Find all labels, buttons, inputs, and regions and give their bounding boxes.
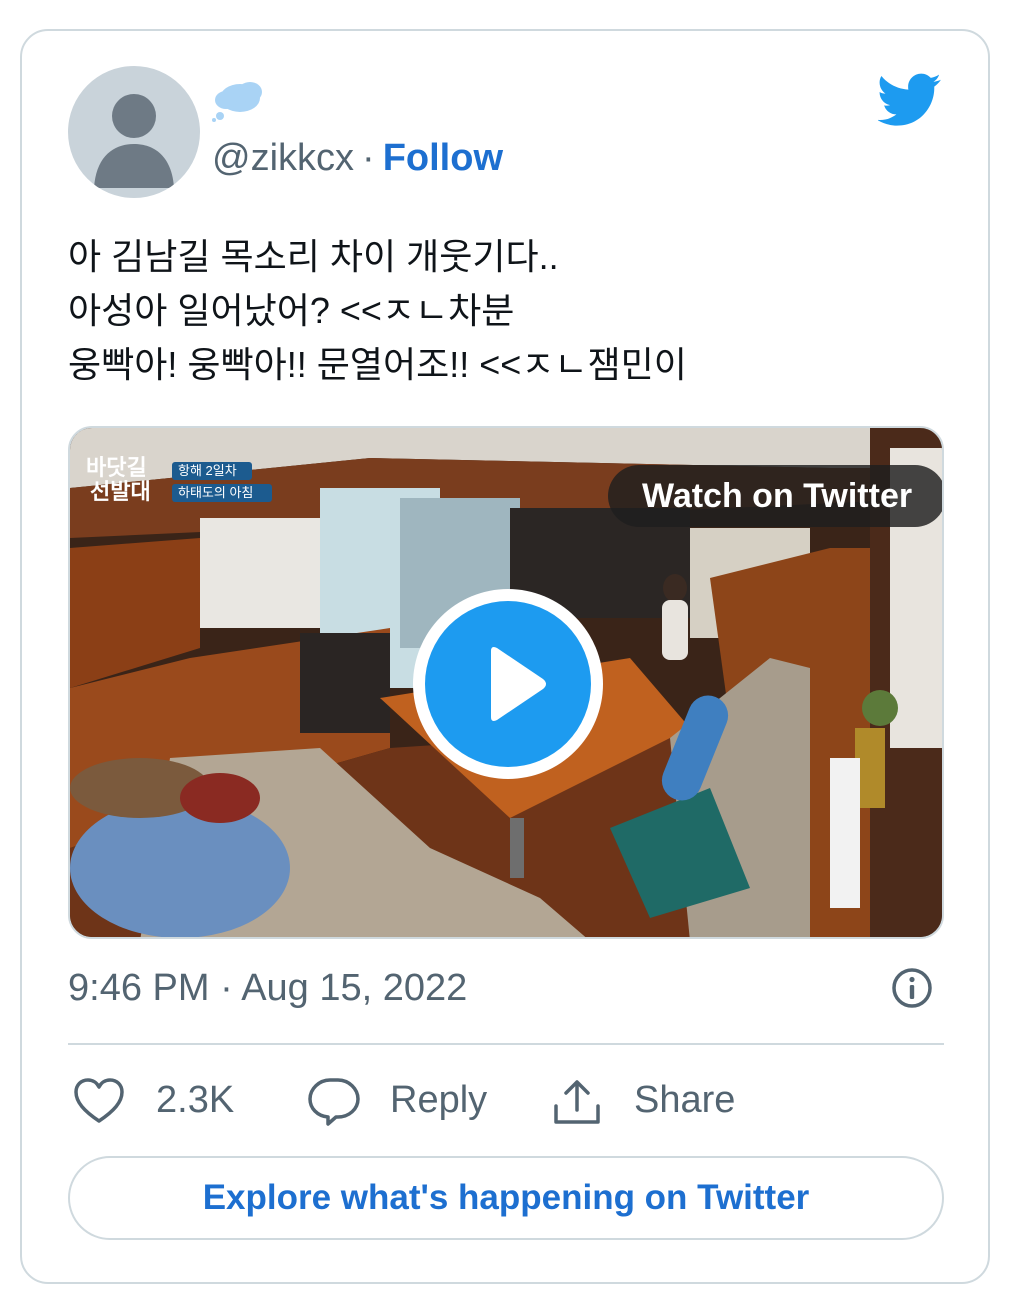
share-label: Share (634, 1079, 736, 1121)
tweet-text-line: 아성아 일어났어? <<ㅈㄴ차분 (68, 290, 515, 331)
watch-on-twitter-button[interactable]: Watch on Twitter (608, 465, 942, 527)
author-handle[interactable]: @zikkcx (212, 137, 354, 179)
default-avatar-icon (94, 94, 174, 188)
reply-label: Reply (390, 1079, 488, 1121)
info-icon[interactable] (890, 966, 934, 1010)
play-button-circle (425, 601, 591, 767)
explore-twitter-button[interactable]: Explore what's happening on Twitter (68, 1156, 944, 1240)
play-button[interactable] (413, 589, 603, 779)
episode-tag: 항해 2일차 (178, 463, 237, 478)
author-row: @zikkcx · Follow (212, 134, 503, 182)
avatar[interactable] (68, 66, 200, 198)
tweet-text-line: 웅빡아! 웅빡아!! 문열어조!! <<ㅈㄴ잼민이 (68, 344, 687, 385)
play-icon (491, 647, 546, 721)
video-thumbnail[interactable]: 바닷길 선발대 항해 2일차 하태도의 아침 Watch on Twitter (68, 426, 944, 939)
cloud-icon (212, 82, 262, 122)
like-count: 2.3K (156, 1079, 235, 1121)
separator-dot: · (362, 137, 375, 179)
share-button[interactable]: Share (550, 1072, 750, 1132)
twitter-bird-icon[interactable] (878, 73, 942, 127)
follow-button[interactable]: Follow (383, 137, 503, 179)
tweet-timestamp[interactable]: 9:46 PM · Aug 15, 2022 (68, 962, 467, 1014)
like-button[interactable]: 2.3K (72, 1072, 252, 1132)
tweet-text: 아 김남길 목소리 차이 개웃기다.. 아성아 일어났어? <<ㅈㄴ차분 웅빡아… (68, 230, 687, 392)
tweet-text-line: 아 김남길 목소리 차이 개웃기다.. (68, 236, 559, 277)
reply-button[interactable]: Reply (306, 1072, 506, 1132)
speech-bubble-icon (308, 1078, 360, 1126)
show-logo-line2: 선발대 (90, 479, 151, 504)
episode-caption: 하태도의 아침 (178, 485, 254, 500)
divider (68, 1043, 944, 1045)
heart-icon (74, 1078, 124, 1123)
upload-icon (554, 1080, 600, 1124)
show-logo-line1: 바닷길 (86, 455, 147, 480)
